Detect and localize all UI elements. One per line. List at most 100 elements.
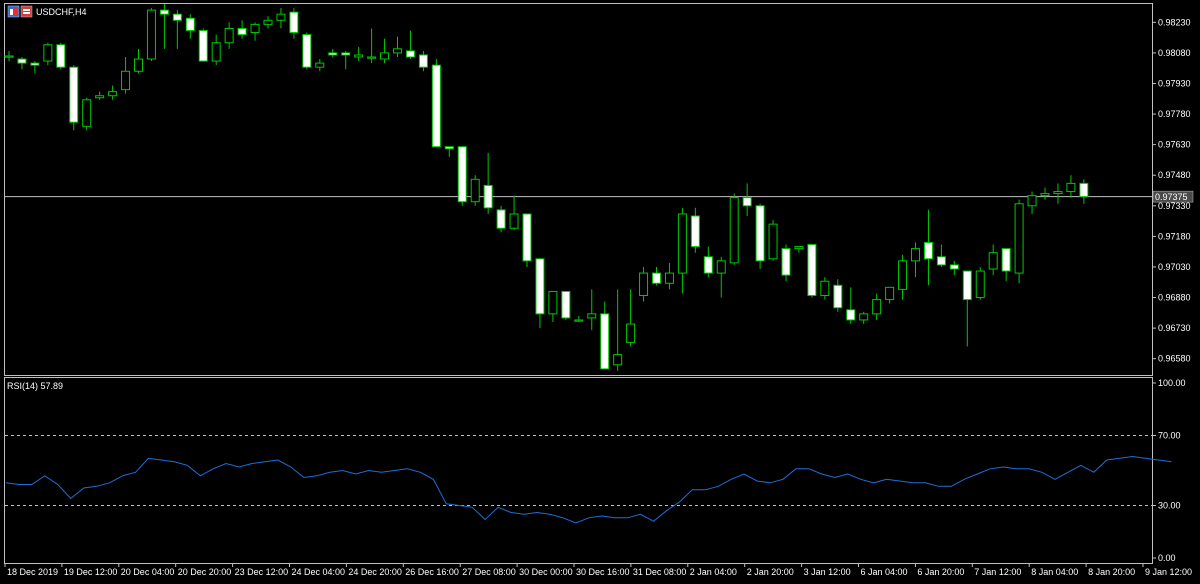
candle-body bbox=[1053, 191, 1063, 195]
candle-body bbox=[690, 215, 700, 248]
candle bbox=[496, 205, 506, 233]
candle-body bbox=[289, 11, 299, 34]
candle-body bbox=[936, 256, 946, 266]
price-tick-label: 0.97930 bbox=[1158, 79, 1191, 89]
candle-body bbox=[716, 260, 726, 274]
candle-body bbox=[872, 299, 882, 315]
candle-body bbox=[561, 290, 571, 319]
candle bbox=[431, 59, 441, 148]
candle bbox=[755, 203, 765, 269]
rsi-tick-label: 0.00 bbox=[1158, 553, 1176, 563]
candle-body bbox=[975, 270, 985, 299]
candle-body bbox=[949, 264, 959, 270]
price-tick-label: 0.96580 bbox=[1158, 354, 1191, 364]
candle bbox=[457, 146, 467, 206]
candle bbox=[470, 175, 480, 206]
candle-body bbox=[664, 272, 674, 284]
price-tick-label: 0.97480 bbox=[1158, 170, 1191, 180]
symbol-title: USDCHF,H4 bbox=[36, 7, 87, 17]
current-price-tag: 0.97375 bbox=[1152, 190, 1194, 203]
candle-body bbox=[43, 44, 53, 62]
candle-body bbox=[367, 56, 377, 59]
price-tick-label: 0.97630 bbox=[1158, 140, 1191, 150]
price-tick-label: 0.97780 bbox=[1158, 109, 1191, 119]
candle-body bbox=[1001, 248, 1011, 272]
candle-body bbox=[794, 246, 804, 250]
candle-body bbox=[639, 272, 649, 297]
candle-body bbox=[405, 50, 415, 58]
price-tick-label: 0.96880 bbox=[1158, 293, 1191, 303]
time-tick-label: 8 Jan 20:00 bbox=[1088, 567, 1135, 577]
candle-body bbox=[1040, 193, 1050, 197]
rsi-title: RSI(14) 57.89 bbox=[7, 381, 63, 391]
candle-body bbox=[56, 44, 66, 68]
candle-body bbox=[17, 58, 27, 64]
time-tick-label: 19 Dec 12:00 bbox=[64, 567, 118, 577]
candle bbox=[69, 65, 79, 131]
candle-body bbox=[69, 66, 79, 123]
candle-body bbox=[121, 70, 131, 91]
candle-body bbox=[418, 54, 428, 68]
candle bbox=[807, 244, 817, 298]
candle-body bbox=[911, 248, 920, 262]
time-tick-label: 20 Dec 20:00 bbox=[178, 567, 232, 577]
candle-body bbox=[431, 64, 441, 148]
candle-body bbox=[146, 9, 156, 60]
candle-body bbox=[703, 256, 713, 274]
candle-body bbox=[522, 213, 532, 262]
candle-body bbox=[496, 209, 506, 229]
candle-body bbox=[198, 30, 208, 62]
rsi-tick-label: 30.00 bbox=[1158, 501, 1181, 511]
time-tick-label: 2 Jan 04:00 bbox=[690, 567, 737, 577]
candle-body bbox=[885, 286, 895, 301]
time-tick-label: 30 Dec 16:00 bbox=[576, 567, 630, 577]
candle-body bbox=[652, 272, 661, 284]
time-tick-label: 24 Dec 20:00 bbox=[348, 567, 402, 577]
candle bbox=[82, 97, 92, 131]
candle-body bbox=[108, 91, 118, 97]
candle-body bbox=[742, 197, 752, 207]
candle-body bbox=[302, 34, 312, 68]
candle-body bbox=[587, 313, 597, 319]
candle-body bbox=[185, 17, 195, 31]
time-tick-label: 7 Jan 12:00 bbox=[974, 567, 1021, 577]
candle bbox=[975, 266, 985, 300]
candle bbox=[768, 220, 778, 261]
candle-body bbox=[211, 42, 221, 62]
time-tick-label: 31 Dec 08:00 bbox=[633, 567, 687, 577]
candle-body bbox=[1014, 203, 1024, 274]
candle-body bbox=[613, 354, 623, 366]
candle bbox=[1014, 199, 1024, 284]
candle bbox=[302, 32, 312, 70]
time-tick-label: 6 Jan 20:00 bbox=[917, 567, 964, 577]
candle-body bbox=[393, 48, 402, 54]
candle-body bbox=[341, 52, 351, 56]
current-price-tag-label: 0.97375 bbox=[1155, 192, 1188, 202]
candle-body bbox=[807, 244, 817, 297]
chart-background bbox=[0, 0, 1200, 584]
price-tick-label: 0.96730 bbox=[1158, 323, 1191, 333]
candle-body bbox=[846, 309, 856, 321]
candle-body bbox=[988, 252, 998, 270]
time-tick-label: 27 Dec 08:00 bbox=[462, 567, 516, 577]
candle bbox=[56, 42, 66, 70]
candle-body bbox=[677, 213, 687, 274]
candle bbox=[561, 290, 571, 320]
rsi-tick-label: 70.00 bbox=[1158, 431, 1181, 441]
time-tick-label: 18 Dec 2019 bbox=[7, 567, 58, 577]
candle-body bbox=[315, 62, 325, 68]
candle-body bbox=[95, 95, 105, 99]
time-tick-label: 30 Dec 00:00 bbox=[519, 567, 573, 577]
rsi-tick-label: 100.00 bbox=[1158, 378, 1186, 388]
candle-body bbox=[781, 248, 791, 276]
time-tick-label: 23 Dec 12:00 bbox=[235, 567, 289, 577]
candle bbox=[198, 28, 208, 62]
price-tick-label: 0.98230 bbox=[1158, 17, 1191, 27]
candle-body bbox=[354, 54, 364, 58]
candle-body bbox=[600, 313, 610, 370]
time-tick-label: 3 Jan 12:00 bbox=[804, 567, 851, 577]
candle-body bbox=[574, 319, 584, 322]
time-tick-label: 20 Dec 04:00 bbox=[121, 567, 175, 577]
candle bbox=[729, 193, 739, 265]
candle-body bbox=[898, 260, 908, 290]
